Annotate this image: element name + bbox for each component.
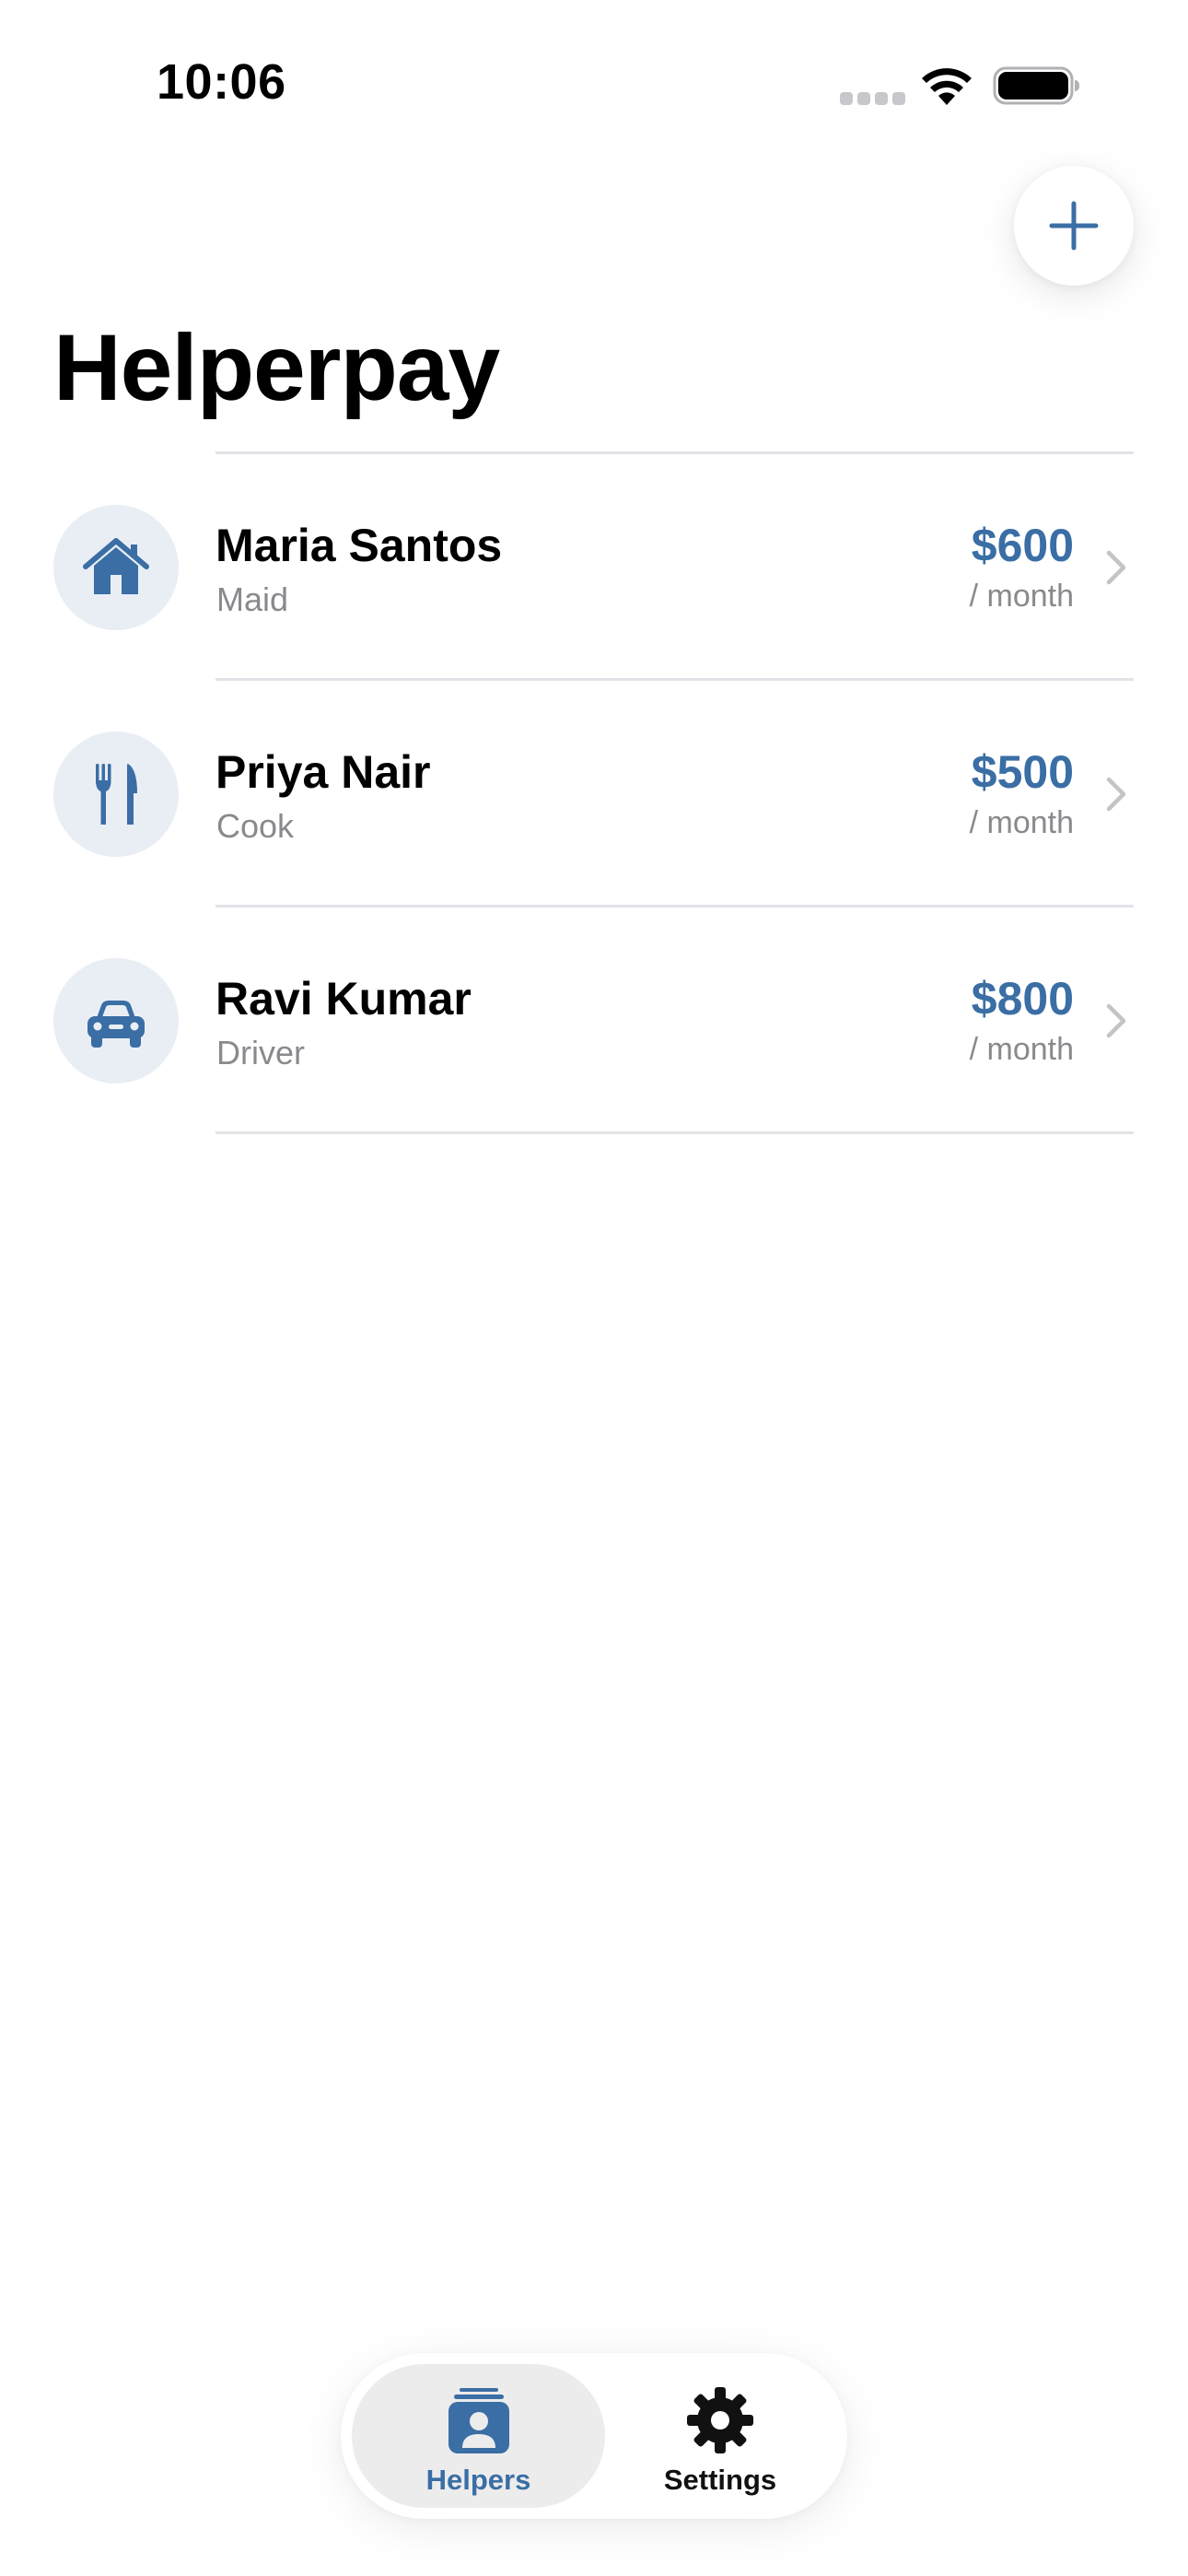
gear-icon [687, 2387, 753, 2453]
salary-period: / month [969, 579, 1074, 614]
chevron-right-icon [1106, 550, 1126, 585]
helper-row-maria-santos[interactable]: Maria Santos Maid $600 / month [0, 454, 1188, 678]
car-icon [87, 1001, 145, 1048]
wifi-icon [922, 68, 972, 105]
salary-period: / month [969, 805, 1074, 840]
helper-name: Ravi Kumar [215, 973, 472, 1025]
chevron-right-icon [1106, 1003, 1126, 1038]
status-bar: 10:06 [0, 0, 1188, 175]
chevron-right-icon [1106, 777, 1126, 812]
tab-helpers[interactable]: Helpers [352, 2364, 605, 2508]
list-divider [215, 1131, 1134, 1134]
status-time: 10:06 [157, 54, 286, 110]
person-card-stack-icon [448, 2388, 509, 2453]
tab-bar: Helpers Settings [341, 2353, 847, 2519]
tab-settings-label: Settings [663, 2464, 777, 2496]
cellular-signal-icon [840, 92, 905, 105]
page-title: Helperpay [53, 315, 500, 420]
tab-settings[interactable]: Settings [605, 2364, 835, 2508]
helper-avatar [53, 732, 179, 857]
helper-role: Cook [216, 807, 295, 845]
fork-knife-icon [96, 764, 137, 825]
salary-amount: $500 [971, 746, 1074, 798]
plus-icon [1049, 201, 1099, 251]
helper-list: Maria Santos Maid $600 / month Priya Nai… [0, 451, 1188, 1134]
salary-amount: $800 [971, 973, 1074, 1025]
salary-amount: $600 [971, 520, 1074, 571]
salary-period: / month [969, 1032, 1074, 1067]
helper-avatar [53, 505, 179, 630]
helper-role: Driver [216, 1034, 305, 1071]
house-icon [83, 538, 149, 594]
helper-name: Priya Nair [215, 746, 431, 798]
helper-avatar [53, 958, 179, 1083]
add-helper-button[interactable] [1014, 166, 1134, 286]
tab-helpers-label: Helpers [425, 2464, 531, 2496]
helper-row-priya-nair[interactable]: Priya Nair Cook $500 / month [0, 681, 1188, 905]
helper-row-ravi-kumar[interactable]: Ravi Kumar Driver $800 / month [0, 907, 1188, 1131]
helper-role: Maid [216, 580, 289, 618]
helper-name: Maria Santos [215, 520, 503, 571]
battery-icon [993, 66, 1079, 105]
